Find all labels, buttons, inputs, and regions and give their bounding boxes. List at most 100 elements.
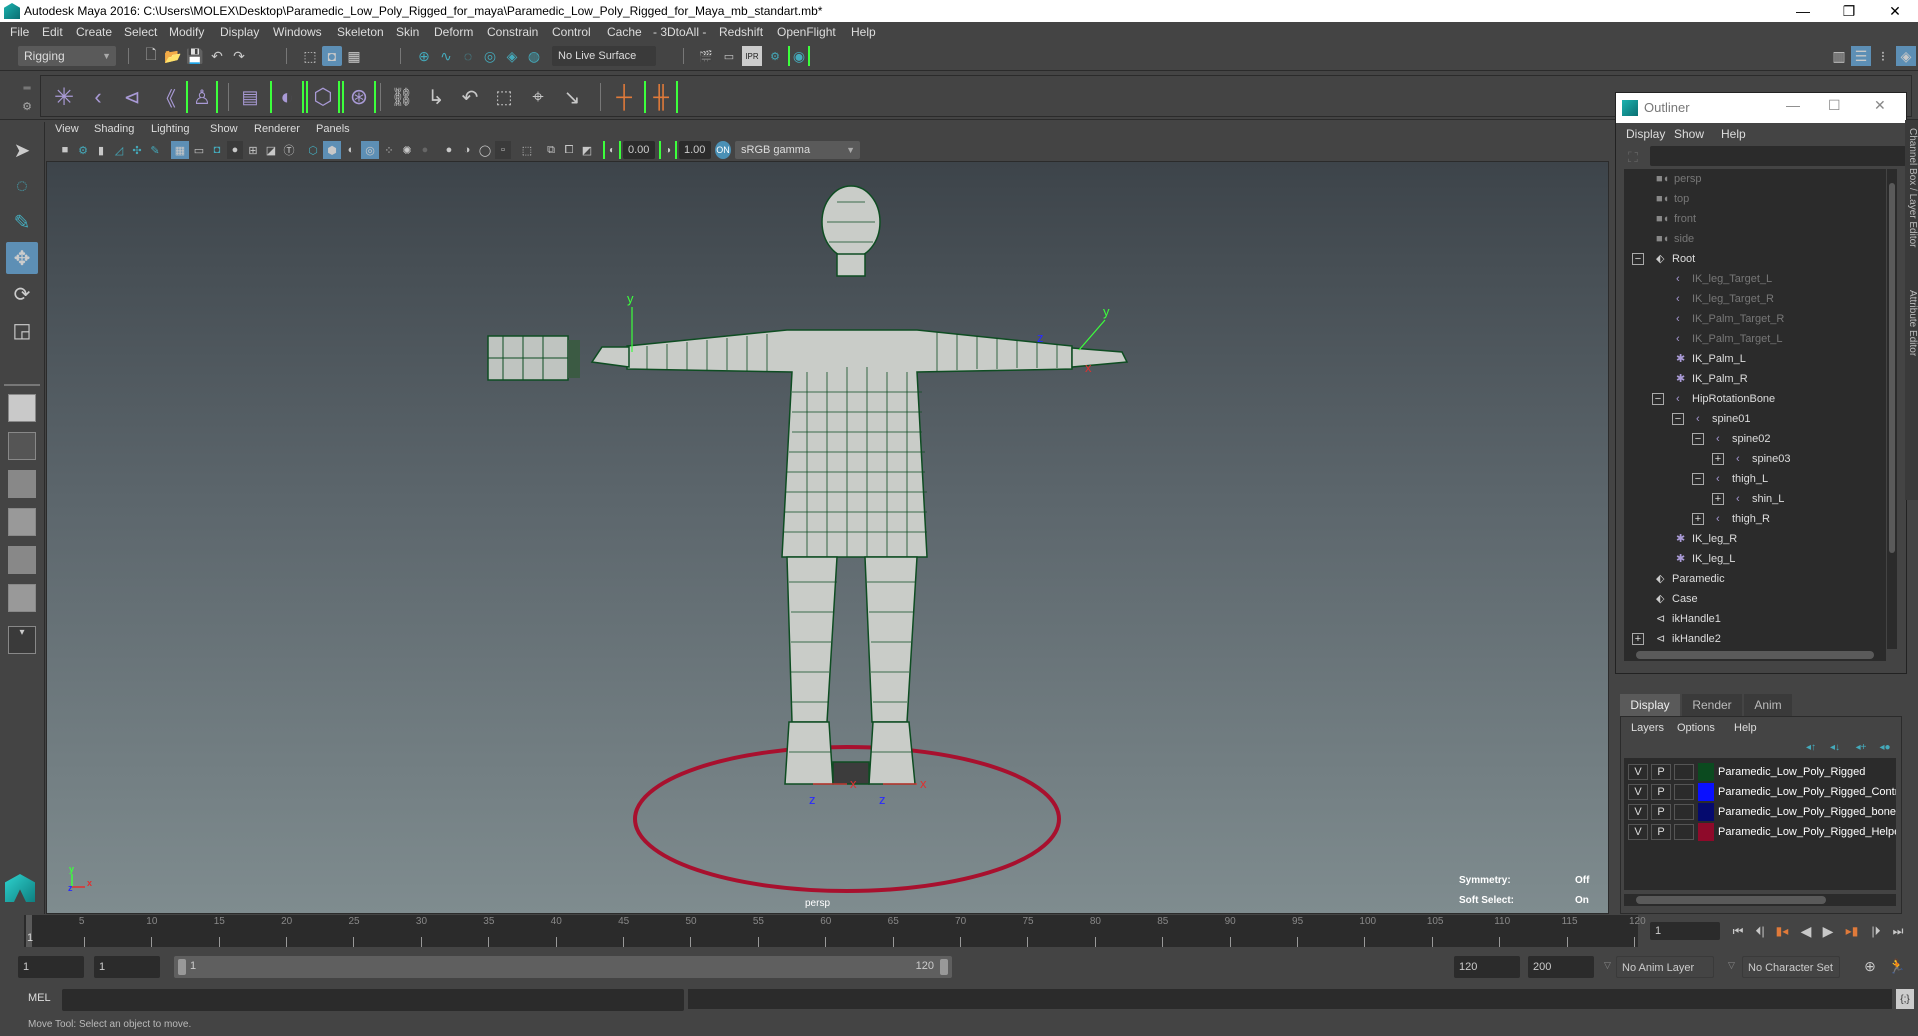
outliner-menu-display[interactable]: Display	[1626, 127, 1665, 141]
outliner-item[interactable]: ■◖ front	[1624, 209, 1886, 229]
snap-surface-icon[interactable]: ◈	[502, 46, 522, 66]
layer-horizontal-scrollbar[interactable]	[1624, 894, 1896, 906]
snap-vertex-icon[interactable]: ◍	[524, 46, 544, 66]
outliner-item[interactable]: ✱ IK_Palm_R	[1624, 369, 1886, 389]
snap-curve-icon[interactable]: ∿	[436, 46, 456, 66]
layer-playback-toggle[interactable]: P	[1651, 764, 1671, 780]
gate-mask-icon[interactable]: ●	[227, 141, 243, 159]
step-back-frame-icon[interactable]: ⏴|	[1750, 921, 1770, 941]
snap-grid-icon[interactable]: ⊕	[414, 46, 434, 66]
channel-box-tab[interactable]: Channel Box / Layer Editor	[1905, 128, 1918, 248]
layer-visibility-toggle[interactable]: V	[1628, 824, 1648, 840]
hik-controls-icon[interactable]: ╫	[644, 81, 678, 113]
safe-title-icon[interactable]: Ⓣ	[281, 141, 297, 159]
animation-preferences-icon[interactable]: 🏃	[1886, 956, 1908, 976]
outliner-item[interactable]: ■◖ side	[1624, 229, 1886, 249]
layer-tab-render[interactable]: Render	[1682, 694, 1742, 716]
outliner-vertical-scrollbar[interactable]	[1887, 169, 1897, 649]
tool-settings-toggle-icon[interactable]: ⁝	[1874, 46, 1892, 66]
wireframe-icon[interactable]: ⬡	[305, 141, 321, 159]
ik-spline-handle-icon[interactable]: ⊲	[118, 83, 146, 111]
quick-rig-icon[interactable]: ♙	[186, 81, 218, 113]
outliner-tree[interactable]: ■◖ persp ■◖ top ■◖ front ■◖ side − ⬖ Root ‹ IK_leg_T…	[1624, 169, 1886, 649]
step-forward-key-icon[interactable]: ▸▮	[1842, 921, 1862, 941]
menuset-dropdown[interactable]: Rigging ▼	[18, 46, 116, 66]
outliner-item[interactable]: + ‹ spine03	[1624, 449, 1886, 469]
layer-row[interactable]: V P Paramedic_Low_Poly_Rigged_Helpe	[1624, 822, 1896, 842]
auto-key-icon[interactable]: ⊕	[1860, 956, 1880, 976]
exposure-icon[interactable]: ◐	[603, 141, 621, 159]
gamma-icon[interactable]: ◑	[659, 141, 677, 159]
menu-edit[interactable]: Edit	[42, 25, 63, 39]
open-scene-icon[interactable]: 📂	[164, 46, 182, 66]
select-object-icon[interactable]: ◘	[322, 46, 342, 66]
paint-skin-weights-icon[interactable]: ▤	[236, 83, 264, 111]
grid-icon[interactable]: ▦	[171, 141, 189, 159]
menu-file[interactable]: File	[10, 25, 29, 39]
field-chart-icon[interactable]: ⊞	[245, 141, 261, 159]
script-editor-icon[interactable]: {;}	[1896, 989, 1914, 1009]
color-management-toggle-icon[interactable]: ON	[715, 141, 731, 159]
viewport-menu-lighting[interactable]: Lighting	[151, 123, 190, 135]
gamma-field[interactable]: 1.00	[679, 141, 711, 159]
new-layer-icon[interactable]: ◂+	[1853, 740, 1869, 754]
attribute-editor-tab[interactable]: Attribute Editor	[1905, 290, 1918, 356]
ipr-render-icon[interactable]: IPR	[742, 46, 762, 66]
case-mesh[interactable]	[487, 335, 580, 381]
hik-skeleton-icon[interactable]: ⊛	[342, 81, 376, 113]
layer-color-swatch[interactable]	[1698, 763, 1714, 781]
xray-joints-icon[interactable]: ⧉	[543, 141, 559, 159]
menu-deform[interactable]: Deform	[434, 25, 473, 39]
outliner-close-button[interactable]: ✕	[1874, 97, 1886, 114]
ambient-occlusion-icon[interactable]: ●	[441, 141, 457, 159]
outliner-minimize-button[interactable]: —	[1786, 97, 1800, 113]
modeling-toolkit-icon[interactable]: ▥	[1830, 46, 1848, 66]
new-scene-icon[interactable]: 🗋	[142, 46, 160, 66]
paramedic-mesh[interactable]	[590, 185, 1129, 785]
layer-visibility-toggle[interactable]: V	[1628, 764, 1648, 780]
viewport-menu-view[interactable]: View	[55, 123, 79, 135]
save-scene-icon[interactable]: 💾	[186, 46, 204, 66]
orient-constraint-icon[interactable]: ↶	[456, 83, 484, 111]
safe-action-icon[interactable]: ◪	[263, 141, 279, 159]
menu-help[interactable]: Help	[851, 25, 876, 39]
viewport-menu-show[interactable]: Show	[210, 123, 238, 135]
layer-display-type-toggle[interactable]	[1674, 784, 1694, 800]
undo-icon[interactable]: ↶	[208, 46, 226, 66]
select-camera-icon[interactable]: ■	[57, 141, 73, 159]
camera-attributes-icon[interactable]: ⚙	[75, 141, 91, 159]
outliner-item[interactable]: + ⊲ ikHandle2	[1624, 629, 1886, 649]
play-forwards-icon[interactable]: ▶	[1818, 921, 1838, 941]
layer-display-type-toggle[interactable]	[1674, 804, 1694, 820]
outliner-item[interactable]: − ‹ thigh_L	[1624, 469, 1886, 489]
anim-layer-chevron-icon[interactable]: ▽	[1604, 960, 1611, 971]
menu-skin[interactable]: Skin	[396, 25, 419, 39]
use-all-lights-icon[interactable]: ✺	[399, 141, 415, 159]
shelf-settings-icon[interactable]: ⚙	[20, 99, 34, 113]
range-end-handle[interactable]	[940, 959, 948, 975]
menu-cache[interactable]: Cache	[607, 25, 642, 39]
lasso-tool-icon[interactable]: ◌	[6, 170, 38, 202]
animation-start-field[interactable]: 1	[18, 956, 84, 978]
layer-row[interactable]: V P Paramedic_Low_Poly_Rigged_bones	[1624, 802, 1896, 822]
outliner-item[interactable]: ⬖ Paramedic	[1624, 569, 1886, 589]
menu-openflight[interactable]: OpenFlight	[777, 25, 836, 39]
insert-joint-icon[interactable]: 《	[152, 83, 180, 111]
layer-color-swatch[interactable]	[1698, 803, 1714, 821]
range-start-handle[interactable]	[178, 959, 186, 975]
default-material-icon[interactable]: ◐	[343, 141, 359, 159]
outliner-item[interactable]: + ‹ thigh_R	[1624, 509, 1886, 529]
joint-tool-icon[interactable]: ✳	[50, 83, 78, 111]
outliner-item[interactable]: + ‹ shin_L	[1624, 489, 1886, 509]
image-plane-icon[interactable]: ◿	[111, 141, 127, 159]
menu-select[interactable]: Select	[124, 25, 157, 39]
menu-3dtoall[interactable]: - 3DtoAll -	[653, 25, 706, 39]
playback-start-field[interactable]: 1	[94, 956, 160, 978]
outliner-menu-help[interactable]: Help	[1721, 127, 1746, 141]
outliner-item[interactable]: ‹ IK_leg_Target_L	[1624, 269, 1886, 289]
expand-icon[interactable]: +	[1632, 633, 1644, 645]
layer-row[interactable]: V P Paramedic_Low_Poly_Rigged	[1624, 762, 1896, 782]
outliner-item[interactable]: ‹ IK_Palm_Target_L	[1624, 329, 1886, 349]
channel-box-toggle-icon[interactable]: ◈	[1896, 46, 1916, 66]
point-constraint-icon[interactable]: ↳	[422, 83, 450, 111]
